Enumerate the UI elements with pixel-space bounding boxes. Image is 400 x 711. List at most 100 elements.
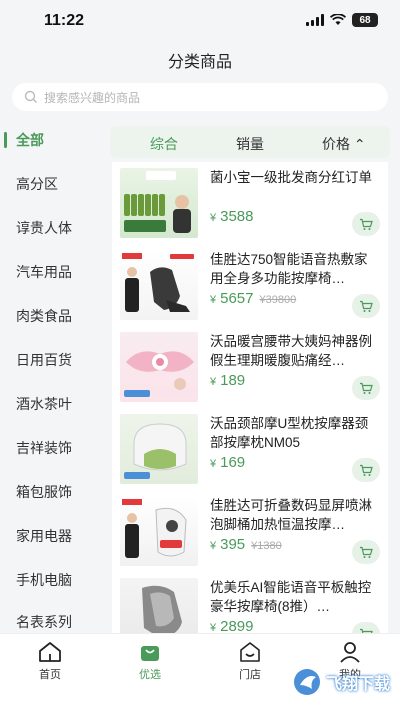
product-card[interactable]: 佳胜达750智能语音热敷家用全身多功能按摩椅… ¥ 5657 ¥39800 — [112, 244, 388, 326]
cart-icon — [360, 382, 373, 394]
currency-symbol: ¥ — [210, 458, 217, 470]
cart-icon — [360, 464, 373, 476]
product-image — [120, 578, 198, 633]
page-title: 分类商品 — [167, 54, 232, 71]
sidebar-item-auto[interactable]: 汽车用品 — [0, 250, 104, 294]
battery-icon: 68 — [352, 13, 378, 27]
product-list-panel: 综合 销量 价格 ⌃ 菌小宝一级批发商分红订单 ¥ 3588 佳胜达750智能语… — [104, 118, 400, 633]
product-price: ¥ 5657 ¥39800 — [210, 290, 296, 307]
sidebar-item-appliances[interactable]: 家用电器 — [0, 514, 104, 558]
price-value: 5657 — [220, 290, 254, 307]
sort-comprehensive[interactable]: 综合 — [150, 134, 178, 154]
sort-sales[interactable]: 销量 — [236, 134, 264, 154]
signal-icon — [306, 14, 324, 26]
bottom-tab-bar: 首页 优选 门店 我的 飞翔下载 — [0, 633, 400, 711]
product-price: ¥ 169 — [210, 454, 245, 471]
sidebar-item-label: 名表系列 — [16, 614, 72, 630]
sidebar-item-daily[interactable]: 日用百货 — [0, 338, 104, 382]
add-to-cart-button[interactable] — [352, 540, 380, 564]
product-price: ¥ 189 — [210, 372, 245, 389]
sidebar-item-label: 吉祥装饰 — [16, 440, 72, 456]
price-value: 169 — [220, 454, 246, 471]
add-to-cart-button[interactable] — [352, 376, 380, 400]
price-value: 189 — [220, 372, 246, 389]
product-image — [120, 168, 198, 238]
sidebar-item-label: 高分区 — [16, 176, 58, 192]
sidebar-item-high-score[interactable]: 高分区 — [0, 162, 104, 206]
sort-price[interactable]: 价格 ⌃ — [322, 134, 366, 154]
product-image — [120, 332, 198, 402]
sidebar-item-all[interactable]: 全部 — [0, 118, 104, 162]
add-to-cart-button[interactable] — [352, 294, 380, 318]
product-card[interactable]: 沃品颈部摩U型枕按摩器颈部按摩枕NM05 ¥ 169 — [112, 408, 388, 490]
store-icon — [240, 642, 260, 662]
sidebar-item-label: 日用百货 — [16, 352, 72, 368]
sort-bar: 综合 销量 价格 ⌃ — [110, 126, 390, 158]
sidebar-item-decor[interactable]: 吉祥装饰 — [0, 426, 104, 470]
sidebar-item-label: 酒水茶叶 — [16, 396, 72, 412]
product-title: 佳胜达可折叠数码显屏喷淋泡脚桶加热恒温按摩… — [210, 498, 372, 532]
sidebar-item-drinks[interactable]: 酒水茶叶 — [0, 382, 104, 426]
user-icon — [340, 642, 360, 663]
product-title: 佳胜达750智能语音热敷家用全身多功能按摩椅… — [210, 252, 368, 286]
search-bar[interactable]: 搜索感兴趣的商品 — [12, 83, 388, 111]
original-price: ¥1380 — [251, 540, 282, 552]
tab-store[interactable]: 门店 — [210, 640, 290, 682]
bag-icon — [141, 646, 159, 661]
add-to-cart-button[interactable] — [352, 622, 380, 633]
original-price-value: 1380 — [257, 540, 282, 552]
status-bar: 11:22 68 — [0, 0, 400, 42]
sidebar-item-bags[interactable]: 箱包服饰 — [0, 470, 104, 514]
product-card[interactable]: 优美乐AI智能语音平板触控豪华按摩椅(8推）… ¥ 2899 — [112, 572, 388, 633]
original-price-value: 39800 — [265, 294, 297, 306]
product-title: 沃品暖宫腰带大姨妈神器例假生理期暖腹贴痛经… — [210, 334, 372, 368]
product-price: ¥ 2899 — [210, 618, 254, 633]
currency-symbol: ¥ — [210, 376, 217, 388]
product-price: ¥ 3588 — [210, 208, 254, 225]
product-card[interactable]: 佳胜达可折叠数码显屏喷淋泡脚桶加热恒温按摩… ¥ 395 ¥1380 — [112, 490, 388, 572]
cart-icon — [360, 300, 373, 312]
sidebar-item-label: 汽车用品 — [16, 264, 72, 280]
sidebar-item-meat[interactable]: 肉类食品 — [0, 294, 104, 338]
cart-icon — [360, 546, 373, 558]
sidebar-item-label: 家用电器 — [16, 528, 72, 544]
cart-icon — [360, 218, 373, 230]
status-time: 11:22 — [44, 12, 85, 29]
sidebar-item-label: 箱包服饰 — [16, 484, 72, 500]
original-price: ¥39800 — [260, 294, 297, 306]
price-value: 395 — [220, 536, 246, 553]
tab-label: 首页 — [39, 669, 61, 681]
product-title: 菌小宝一级批发商分红订单 — [210, 170, 372, 185]
home-icon — [39, 642, 61, 662]
product-image — [120, 250, 198, 320]
active-indicator — [4, 132, 7, 148]
add-to-cart-button[interactable] — [352, 458, 380, 482]
product-price: ¥ 395 ¥1380 — [210, 536, 282, 553]
wifi-icon — [330, 14, 346, 25]
status-icons: 68 — [306, 13, 378, 27]
price-value: 3588 — [220, 208, 254, 225]
search-placeholder: 搜索感兴趣的商品 — [44, 90, 141, 105]
tab-featured[interactable]: 优选 — [110, 640, 190, 682]
currency-symbol: ¥ — [210, 294, 217, 306]
product-card[interactable]: 菌小宝一级批发商分红订单 ¥ 3588 — [112, 162, 388, 244]
currency-symbol: ¥ — [210, 540, 217, 552]
currency-symbol: ¥ — [210, 622, 217, 633]
tab-label: 优选 — [139, 669, 161, 681]
sidebar-item-phones[interactable]: 手机电脑 — [0, 558, 104, 602]
price-value: 2899 — [220, 618, 254, 633]
add-to-cart-button[interactable] — [352, 212, 380, 236]
tab-home[interactable]: 首页 — [10, 640, 90, 682]
product-image — [120, 496, 198, 566]
sidebar-item-label: 谆贵人体 — [16, 220, 72, 236]
product-title: 优美乐AI智能语音平板触控豪华按摩椅(8推）… — [210, 580, 372, 614]
watermark: 飞翔下载 — [292, 667, 390, 697]
sidebar-item-body[interactable]: 谆贵人体 — [0, 206, 104, 250]
product-image — [120, 414, 198, 484]
watermark-text: 飞翔下载 — [325, 676, 390, 693]
product-title: 沃品颈部摩U型枕按摩器颈部按摩枕NM05 — [210, 416, 369, 450]
sidebar-item-label: 全部 — [16, 132, 44, 148]
product-card[interactable]: 沃品暖宫腰带大姨妈神器例假生理期暖腹贴痛经… ¥ 189 — [112, 326, 388, 408]
category-sidebar: 全部 高分区 谆贵人体 汽车用品 肉类食品 日用百货 酒水茶叶 吉祥装饰 箱包服… — [0, 118, 104, 633]
search-icon — [24, 90, 37, 103]
